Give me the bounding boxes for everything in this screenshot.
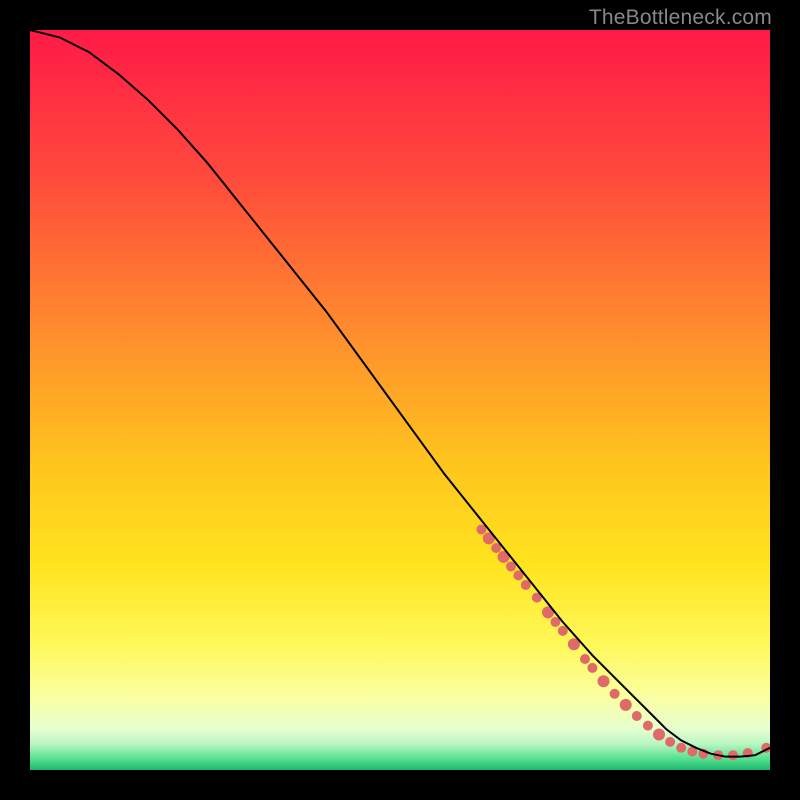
highlight-point bbox=[610, 689, 620, 699]
highlight-point bbox=[620, 699, 632, 711]
chart-svg bbox=[30, 30, 770, 770]
chart-stage: TheBottleneck.com bbox=[0, 0, 800, 800]
highlight-point bbox=[643, 721, 653, 731]
highlight-point bbox=[665, 737, 675, 747]
bottleneck-curve-line bbox=[30, 30, 770, 757]
highlight-point bbox=[587, 663, 597, 673]
highlight-point bbox=[580, 654, 590, 664]
highlight-point bbox=[632, 711, 642, 721]
highlight-point bbox=[653, 728, 665, 740]
highlight-points-group bbox=[476, 524, 770, 760]
highlight-point bbox=[728, 750, 738, 760]
plot-area bbox=[30, 30, 770, 770]
watermark-text: TheBottleneck.com bbox=[589, 6, 772, 30]
highlight-point bbox=[676, 743, 686, 753]
highlight-point bbox=[597, 675, 609, 687]
